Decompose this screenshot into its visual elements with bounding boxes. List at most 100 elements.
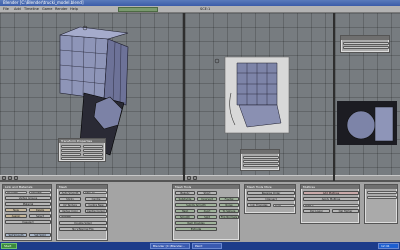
menu-add[interactable]: Add	[14, 7, 21, 11]
dim-field[interactable]	[61, 157, 103, 160]
set-solid-button[interactable]: Set Solid	[29, 233, 51, 237]
view-prop-field-1[interactable]	[243, 156, 279, 159]
taskbar: Start Blender [C:\Blender... Paint 12:41	[0, 242, 400, 250]
flip-normals-button[interactable]: Flip Normals	[219, 215, 239, 219]
view-menu-icon[interactable]	[187, 176, 191, 180]
degree-field[interactable]: Degr 30	[83, 191, 107, 194]
new-button[interactable]: New	[5, 208, 27, 212]
transform-panel: Transform Properties	[58, 138, 106, 162]
short-toggle[interactable]: Short	[197, 191, 217, 195]
task-blender[interactable]: Blender [C:\Blender...	[150, 243, 190, 249]
limit-field[interactable]: Limit	[273, 204, 295, 207]
loc-z-field[interactable]	[61, 153, 81, 156]
menu-game[interactable]: Game	[42, 7, 52, 11]
fractal-button[interactable]: Fractal	[219, 197, 239, 201]
mesh-view-right	[337, 101, 397, 145]
smooth-button[interactable]: Smooth	[175, 215, 195, 219]
3d-cursor-icon[interactable]	[214, 58, 220, 64]
view-properties-panel	[240, 149, 280, 171]
view-prop-field-2[interactable]	[243, 160, 279, 163]
beauty-toggle[interactable]: Beauty	[175, 191, 195, 195]
innervert-button[interactable]: Innervert	[197, 197, 217, 201]
menu-file[interactable]: File	[3, 7, 9, 11]
reverse-order-button[interactable]: Reverse Order	[247, 191, 295, 195]
del-higher-button[interactable]: Del Higher	[332, 209, 359, 213]
view-properties-title	[241, 150, 279, 154]
viewport-right[interactable]	[335, 13, 400, 175]
menu-help[interactable]: Help	[70, 7, 78, 11]
select-menu-icon[interactable]	[8, 176, 12, 180]
subdivide-button[interactable]: Subdivide	[175, 197, 195, 201]
join-triangles-button[interactable]: Join Triangles	[247, 203, 271, 207]
viewport-center[interactable]	[185, 13, 333, 175]
xsort-button[interactable]: Xsort	[197, 209, 217, 213]
mesh-side-block	[374, 106, 394, 142]
rot-x-field[interactable]	[83, 145, 103, 148]
vertex-groups-label: Vertex Groups	[5, 196, 51, 200]
mesh-tools-panel: Mesh Tools Beauty Short Subdivide Innerv…	[172, 184, 240, 241]
menu-render[interactable]: Render	[55, 7, 67, 11]
mesh-name-field[interactable]: ME:Cube	[5, 191, 27, 194]
material-label: Material	[5, 202, 51, 206]
noise-button[interactable]: Noise	[219, 203, 239, 207]
viewport-left[interactable]: Transform Properties	[0, 13, 183, 175]
cube-face-side	[103, 38, 129, 106]
view-menu-icon[interactable]	[2, 176, 6, 180]
extrude-button[interactable]: Extrude	[175, 227, 217, 231]
intersect-button[interactable]: Intersect	[247, 197, 295, 201]
buttons-window: Link and Materials ME:Cube OB:Cube Verte…	[0, 181, 400, 242]
select-button[interactable]: Select	[29, 214, 51, 218]
mesh-tools-title: Mesh Tools	[173, 185, 239, 189]
texmesh-field[interactable]: TexMesh	[59, 215, 107, 218]
del-lower-button[interactable]: Del Lower	[303, 209, 330, 213]
assign-button[interactable]: Assign	[5, 214, 27, 218]
sticky-button[interactable]: Sticky	[59, 197, 81, 201]
mesh-panel-title: Mesh	[57, 185, 107, 189]
view-prop-field-3[interactable]	[243, 164, 279, 167]
loc-y-field[interactable]	[61, 149, 81, 152]
apply-multires-button[interactable]: Apply Multires	[303, 197, 359, 201]
task-paint[interactable]: Paint	[192, 243, 222, 249]
deselect-button[interactable]: Deselect	[5, 220, 51, 224]
scene-selector[interactable]	[118, 7, 158, 12]
start-button[interactable]: Start	[1, 243, 17, 249]
loc-x-field[interactable]	[61, 145, 81, 148]
scene-field[interactable]: SCE:1	[200, 7, 210, 11]
extra-field-1[interactable]	[367, 191, 397, 194]
vertex-color-button[interactable]: Vertex Color	[59, 209, 81, 213]
mesh-tools-more-panel: Mesh Tools More Reverse Order Intersect …	[244, 184, 296, 214]
set-smooth-button[interactable]: Set Smooth	[5, 233, 27, 237]
level-field[interactable]: Level 1	[303, 204, 359, 207]
link-materials-panel: Link and Materials ME:Cube OB:Cube Verte…	[2, 184, 52, 241]
centre-button[interactable]: Centre	[85, 197, 107, 201]
hash-button[interactable]: Hash	[175, 209, 195, 213]
auto-smooth-toggle[interactable]: Auto Smooth	[59, 191, 81, 195]
delete-button[interactable]: Delete	[29, 208, 51, 212]
rem-doubles-button[interactable]: Rem Doubles	[175, 221, 217, 225]
window-title: Blender [C:\Blender\trucki_model.blend]	[3, 0, 84, 5]
extra-panel-title	[365, 185, 397, 189]
rot-y-field[interactable]	[83, 149, 103, 152]
mesh-wheel	[346, 110, 376, 140]
multires-panel: Multires Add Multires Apply Multires Lev…	[300, 184, 360, 224]
split-button[interactable]: Split	[197, 215, 217, 219]
menu-timeline[interactable]: Timeline	[24, 7, 39, 11]
mesh-menu-icon[interactable]	[14, 176, 18, 180]
multires-title: Multires	[301, 185, 359, 189]
to-sphere-button[interactable]: To Sphere	[219, 209, 239, 213]
transform-panel-title: Transform Properties	[59, 139, 105, 143]
subdiv-smooth-button[interactable]: Subdiv Smooth	[175, 203, 217, 207]
centre-new-button[interactable]: Centre New	[85, 203, 107, 207]
centre-cursor-button[interactable]: Centre Cursor	[85, 209, 107, 213]
object-name-field[interactable]: OB:Cube	[29, 191, 51, 194]
menu-bar: File Add Timeline Game Render Help SCE:1	[0, 6, 400, 13]
rot-z-field[interactable]	[83, 153, 103, 156]
extra-field-2[interactable]	[367, 196, 397, 199]
add-multires-button[interactable]: Add Multires	[303, 191, 359, 195]
mesh-panel: Mesh Auto Smooth Degr 30 Sticky UV Textu…	[56, 184, 108, 241]
no-vnormal-flip-toggle[interactable]: No V.Normal Flip	[59, 227, 107, 231]
object-mode-icon[interactable]	[193, 176, 197, 180]
double-sided-toggle[interactable]: Double Sided	[59, 221, 107, 225]
uv-texture-button[interactable]: UV Texture	[59, 203, 81, 207]
mesh-tools-more-title: Mesh Tools More	[245, 185, 295, 189]
